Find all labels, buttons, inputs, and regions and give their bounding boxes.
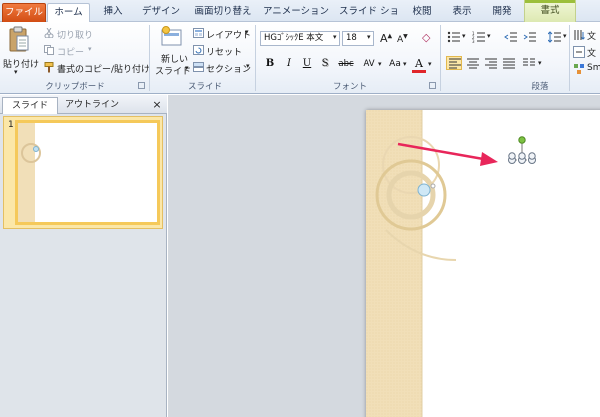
slide-navigation-pane: スライド アウトライン × 1 <box>0 95 167 417</box>
bullets-icon[interactable] <box>447 31 461 43</box>
line-spacing-dropdown-icon[interactable]: ▾ <box>563 32 567 40</box>
section-dropdown-icon[interactable]: ▾ <box>246 62 250 70</box>
tab-format[interactable]: 書式 <box>524 0 576 22</box>
group-separator <box>440 25 441 91</box>
tab-transitions[interactable]: 画面切り替え <box>190 3 256 22</box>
italic-button[interactable]: I <box>282 57 296 71</box>
paste-button[interactable]: 貼り付け <box>3 57 39 70</box>
font-color-dropdown-icon[interactable]: ▾ <box>428 60 432 68</box>
shadow-button[interactable]: S <box>318 57 332 71</box>
tab-file[interactable]: ファイル <box>2 3 46 22</box>
pane-tabs: スライド アウトライン × <box>0 95 167 114</box>
align-right-icon <box>485 58 497 69</box>
scissors-icon <box>44 27 54 39</box>
align-text-button[interactable]: 文 <box>587 46 596 59</box>
layout-dropdown-icon[interactable]: ▾ <box>245 28 249 36</box>
group-separator <box>149 25 150 91</box>
strikethrough-button[interactable]: abc <box>336 57 356 71</box>
cut-button[interactable]: 切り取り <box>57 28 93 41</box>
bullets-dropdown-icon[interactable]: ▾ <box>462 32 466 40</box>
font-name-dropdown-icon[interactable]: ▾ <box>333 33 337 41</box>
tab-slideshow[interactable]: スライド ショー <box>336 3 402 35</box>
selected-shape-handles[interactable] <box>506 134 546 174</box>
tab-review[interactable]: 校閲 <box>404 3 440 22</box>
clipboard-group-label: クリップボード <box>45 82 105 92</box>
numbering-icon[interactable]: 123 <box>472 31 486 44</box>
tab-view[interactable]: 表示 <box>442 3 482 22</box>
align-right-button[interactable] <box>484 57 500 71</box>
group-separator <box>569 25 570 91</box>
tab-design[interactable]: デザイン <box>136 3 186 22</box>
copy-dropdown-icon[interactable]: ▾ <box>88 45 92 53</box>
svg-text:3: 3 <box>472 39 475 43</box>
tab-animations[interactable]: アニメーション <box>260 3 332 22</box>
font-launcher-icon[interactable] <box>429 82 436 89</box>
smartart-button[interactable]: Sm <box>587 63 600 73</box>
shrink-font-icon[interactable]: A▼ <box>397 33 408 45</box>
align-center-button[interactable] <box>466 57 482 71</box>
slides-group-label: スライド <box>187 82 222 92</box>
ribbon-home: 貼り付け ▾ 切り取り コピー ▾ 書式のコピー/貼り付け クリップボード 新し… <box>0 22 600 94</box>
ribbon-tab-bar: ファイル ホーム 挿入 デザイン 画面切り替え アニメーション スライド ショー… <box>0 0 600 35</box>
slide-thumbnail-art <box>18 123 41 222</box>
paragraph-group-label: 段落 <box>531 82 549 92</box>
slide-thumbnail[interactable] <box>15 120 160 225</box>
bold-button[interactable]: B <box>263 57 277 71</box>
powerpoint-window: ファイル ホーム 挿入 デザイン 画面切り替え アニメーション スライド ショー… <box>0 0 600 417</box>
smartart-icon <box>573 63 585 75</box>
circle-shape-handle-icon[interactable] <box>417 183 436 197</box>
grow-font-icon[interactable]: A▲ <box>380 32 392 45</box>
columns-button[interactable] <box>522 57 538 71</box>
paste-dropdown-icon[interactable]: ▾ <box>14 68 18 76</box>
slide-number: 1 <box>8 120 14 130</box>
increase-indent-icon[interactable] <box>523 31 537 43</box>
tab-developer[interactable]: 開発 <box>484 3 520 22</box>
align-left-button[interactable] <box>446 56 462 70</box>
numbering-dropdown-icon[interactable]: ▾ <box>487 32 491 40</box>
reset-button[interactable]: リセット <box>206 45 242 58</box>
pane-close-button[interactable]: × <box>150 97 164 114</box>
tab-outline-pane[interactable]: アウトライン <box>62 97 122 114</box>
copy-button[interactable]: コピー <box>57 45 84 58</box>
slide[interactable] <box>366 110 600 417</box>
change-case-button[interactable]: Aa <box>386 57 404 71</box>
underline-button[interactable]: U <box>300 57 314 71</box>
justify-icon <box>503 58 515 69</box>
format-painter-icon <box>44 62 54 73</box>
change-case-dropdown-icon[interactable]: ▾ <box>403 60 407 68</box>
reset-icon <box>193 45 204 55</box>
slide-canvas[interactable] <box>168 95 600 417</box>
red-arrow-icon <box>394 140 504 170</box>
tab-insert[interactable]: 挿入 <box>94 3 132 22</box>
format-painter-button[interactable]: 書式のコピー/貼り付け <box>57 62 150 75</box>
font-group-label: フォント <box>332 82 367 92</box>
char-spacing-button[interactable]: AV <box>360 57 378 71</box>
font-color-button[interactable]: A <box>412 57 426 73</box>
group-separator <box>255 25 256 91</box>
align-left-icon <box>449 58 461 69</box>
text-direction-icon <box>573 29 585 41</box>
paste-icon[interactable] <box>8 26 30 54</box>
char-spacing-dropdown-icon[interactable]: ▾ <box>378 60 382 68</box>
justify-button[interactable] <box>502 57 518 71</box>
section-button[interactable]: セクション <box>206 62 251 75</box>
columns-icon <box>523 58 535 66</box>
line-spacing-icon[interactable] <box>547 31 562 43</box>
font-name-dropdown[interactable]: HGｺﾞｼｯｸE 本文 <box>260 31 340 46</box>
font-size-dropdown-icon[interactable]: ▾ <box>367 33 371 41</box>
align-center-icon <box>467 58 479 69</box>
layout-icon <box>193 28 204 38</box>
new-slide-icon[interactable] <box>160 26 184 48</box>
align-text-icon <box>573 46 585 58</box>
columns-dropdown-icon[interactable]: ▾ <box>538 59 542 67</box>
tab-home[interactable]: ホーム <box>47 3 90 23</box>
copy-icon <box>44 45 54 55</box>
text-direction-button[interactable]: 文 <box>587 29 596 42</box>
tab-slides-pane[interactable]: スライド <box>2 97 58 114</box>
decrease-indent-icon[interactable] <box>504 31 518 43</box>
new-slide-dropdown-icon[interactable]: ▾ <box>185 64 189 72</box>
section-icon <box>193 62 204 72</box>
clipboard-launcher-icon[interactable] <box>138 82 145 89</box>
clear-format-icon[interactable]: ◇ <box>422 31 430 44</box>
